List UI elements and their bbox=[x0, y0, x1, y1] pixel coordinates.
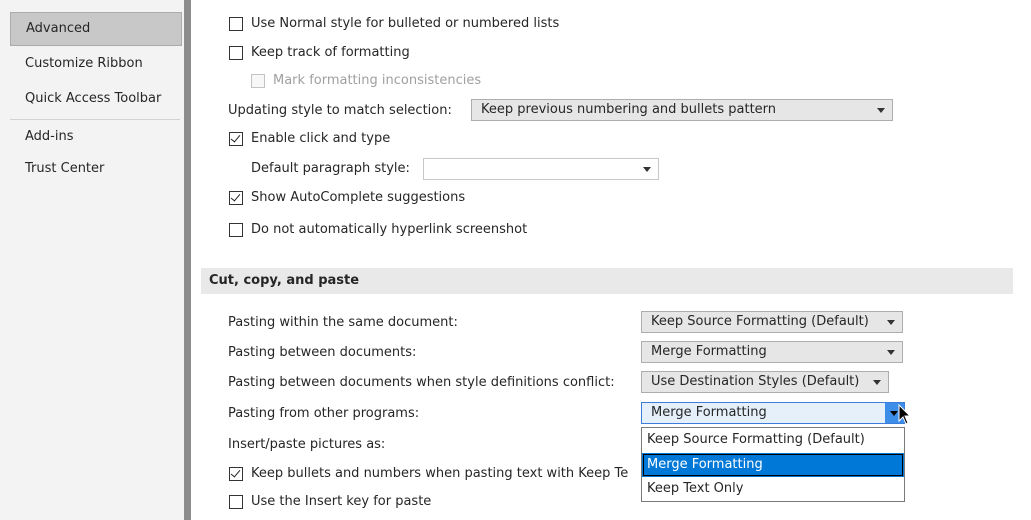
pasting-other-programs-label: Pasting from other programs: bbox=[228, 406, 420, 421]
mouse-cursor-icon bbox=[898, 404, 912, 425]
enable-click-type-checkbox[interactable] bbox=[229, 132, 243, 146]
chevron-down-icon bbox=[887, 350, 895, 355]
pasting-conflict-label: Pasting between documents when style def… bbox=[228, 375, 615, 390]
sidebar-item-customize-ribbon[interactable]: Customize Ribbon bbox=[10, 49, 182, 81]
use-normal-style-label: Use Normal style for bulleted or numbere… bbox=[251, 16, 560, 31]
keep-bullets-checkbox[interactable] bbox=[229, 467, 243, 481]
mark-inconsistencies-label: Mark formatting inconsistencies bbox=[273, 73, 482, 88]
dropdown-option-keep-text-only[interactable]: Keep Text Only bbox=[642, 477, 904, 501]
use-normal-style-checkbox[interactable] bbox=[229, 17, 243, 31]
options-sidebar: Advanced Customize Ribbon Quick Access T… bbox=[0, 0, 184, 520]
updating-style-value: Keep previous numbering and bullets patt… bbox=[481, 102, 777, 117]
mark-inconsistencies-checkbox bbox=[251, 74, 265, 88]
pasting-conflict-value: Use Destination Styles (Default) bbox=[651, 374, 860, 389]
pasting-between-select[interactable]: Merge Formatting bbox=[641, 341, 903, 363]
show-autocomplete-label: Show AutoComplete suggestions bbox=[251, 190, 466, 205]
pasting-within-select[interactable]: Keep Source Formatting (Default) bbox=[641, 311, 903, 333]
cut-copy-paste-header: Cut, copy, and paste bbox=[201, 268, 1013, 294]
sidebar-splitter bbox=[184, 0, 191, 520]
keep-bullets-label: Keep bullets and numbers when pasting te… bbox=[251, 466, 629, 481]
checkmark-icon bbox=[230, 191, 241, 202]
paste-options-dropdown-list: Keep Source Formatting (Default) Merge F… bbox=[641, 427, 905, 502]
default-paragraph-style-select[interactable] bbox=[423, 158, 659, 180]
updating-style-label: Updating style to match selection: bbox=[228, 103, 452, 118]
use-insert-key-label: Use the Insert key for paste bbox=[251, 494, 432, 509]
checkmark-icon bbox=[230, 467, 241, 478]
chevron-down-icon bbox=[873, 380, 881, 385]
use-insert-key-checkbox[interactable] bbox=[229, 495, 243, 509]
sidebar-divider bbox=[10, 119, 180, 120]
chevron-down-icon bbox=[643, 167, 651, 172]
pasting-between-label: Pasting between documents: bbox=[228, 345, 417, 360]
chevron-down-icon bbox=[890, 411, 898, 416]
chevron-down-icon bbox=[877, 108, 885, 113]
pasting-other-programs-select[interactable]: Merge Formatting bbox=[641, 402, 905, 424]
advanced-options-panel: Use Normal style for bulleted or numbere… bbox=[191, 0, 1031, 520]
enable-click-type-label: Enable click and type bbox=[251, 131, 391, 146]
keep-track-checkbox[interactable] bbox=[229, 46, 243, 60]
dropdown-option-keep-source[interactable]: Keep Source Formatting (Default) bbox=[642, 428, 904, 452]
chevron-down-icon bbox=[887, 320, 895, 325]
updating-style-select[interactable]: Keep previous numbering and bullets patt… bbox=[471, 99, 893, 121]
dropdown-option-merge-formatting[interactable]: Merge Formatting bbox=[642, 453, 904, 477]
pasting-between-value: Merge Formatting bbox=[651, 344, 767, 359]
sidebar-item-advanced[interactable]: Advanced bbox=[10, 12, 182, 46]
show-autocomplete-checkbox[interactable] bbox=[229, 191, 243, 205]
no-auto-hyperlink-checkbox[interactable] bbox=[229, 223, 243, 237]
sidebar-item-quick-access-toolbar[interactable]: Quick Access Toolbar bbox=[10, 84, 182, 116]
checkmark-icon bbox=[230, 132, 241, 143]
sidebar-item-trust-center[interactable]: Trust Center bbox=[10, 154, 182, 186]
no-auto-hyperlink-label: Do not automatically hyperlink screensho… bbox=[251, 222, 528, 237]
pasting-within-value: Keep Source Formatting (Default) bbox=[651, 314, 869, 329]
default-paragraph-style-label: Default paragraph style: bbox=[251, 161, 410, 176]
pasting-conflict-select[interactable]: Use Destination Styles (Default) bbox=[641, 371, 889, 393]
keep-track-label: Keep track of formatting bbox=[251, 45, 410, 60]
pasting-within-label: Pasting within the same document: bbox=[228, 315, 458, 330]
insert-pictures-label: Insert/paste pictures as: bbox=[228, 437, 386, 452]
pasting-other-programs-value: Merge Formatting bbox=[651, 405, 767, 420]
sidebar-item-add-ins[interactable]: Add-ins bbox=[10, 122, 182, 154]
